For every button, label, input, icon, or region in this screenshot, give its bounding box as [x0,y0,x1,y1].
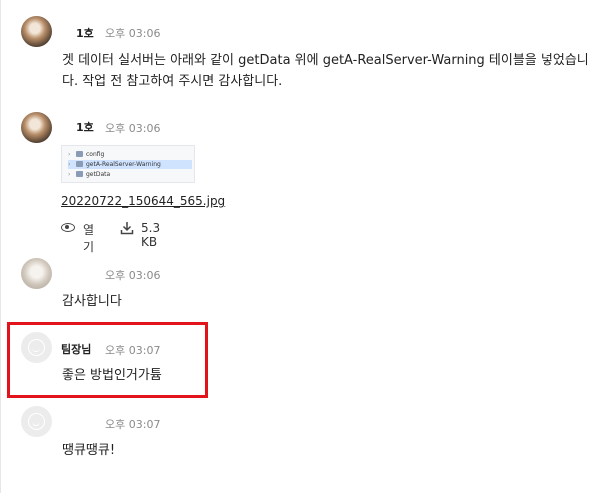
left-divider [0,0,1,493]
chevron-right-icon: › [68,161,71,168]
message-time: 오후 03:06 [105,27,161,40]
sender-name[interactable]: 1호 [76,119,94,135]
sender-name[interactable]: 팀장님 [61,341,91,357]
download-icon[interactable] [120,221,134,235]
sender-name[interactable]: 1호 [76,25,94,41]
chevron-right-icon: › [68,171,71,178]
avatar[interactable] [21,406,52,437]
message-text-line: 다. 작업 전 참고하여 주시면 감사합니다. [62,74,283,89]
avatar[interactable] [21,258,52,289]
open-button[interactable]: 열기 [83,221,94,255]
chevron-right-icon: › [68,151,71,158]
message-time: 오후 03:07 [105,418,161,431]
message-text-line: 겟 데이터 실서버는 아래와 같이 getData 위에 getA-RealSe… [62,53,589,68]
image-attachment-thumbnail[interactable]: › config › getA-RealServer-Warning › getDat… [61,145,195,183]
message-text: 땡큐땡큐! [62,443,116,458]
file-size: 5.3 KB [141,221,161,249]
smiley-avatar-icon [28,413,45,430]
database-icon [76,171,83,177]
tree-item-getA-RealServer-Warning: › getA-RealServer-Warning [68,160,192,169]
smiley-avatar-icon [28,339,45,356]
tree-item-label: config [86,151,105,158]
avatar[interactable] [21,332,52,363]
attachment-filename-link[interactable]: 20220722_150644_565.jpg [61,194,225,208]
database-icon [76,151,83,157]
tree-item-config: › config [68,150,192,159]
database-icon [76,161,83,167]
tree-item-label: getData [86,171,111,178]
message-text: 감사합니다 [62,294,122,309]
avatar[interactable] [21,112,52,143]
message-time: 오후 03:07 [105,344,161,357]
avatar[interactable] [21,16,52,47]
message-time: 오후 03:06 [105,122,161,135]
message-text: 좋은 방법인거가튬 [62,368,162,383]
eye-icon[interactable] [61,223,75,232]
tree-item-label: getA-RealServer-Warning [86,161,161,168]
message-time: 오후 03:06 [105,269,161,282]
tree-item-getData: › getData [68,170,192,179]
